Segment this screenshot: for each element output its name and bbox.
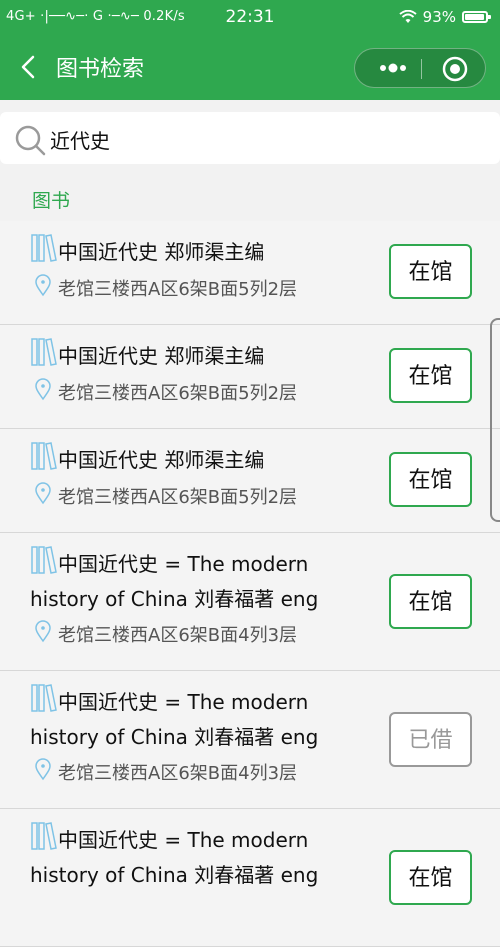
- section-label-books: 图书: [32, 190, 71, 212]
- battery-fill: [465, 14, 484, 20]
- battery-percent: 93%: [422, 8, 456, 26]
- page-title: 图书检索: [56, 57, 145, 82]
- battery-icon: [462, 11, 491, 23]
- book-title-line1: 中国近代史 郑师渠主编: [58, 448, 265, 472]
- more-dots-icon[interactable]: [373, 49, 413, 87]
- book-title: 中国近代史 郑师渠主编: [30, 235, 264, 270]
- search-icon: [15, 125, 46, 156]
- mini-program-capsule: [354, 48, 486, 88]
- book-title: 中国近代史 = The modern history of China 刘春福著 …: [30, 547, 318, 617]
- book-title-line1: 中国近代史 = The modern: [58, 828, 309, 852]
- book-list: 中国近代史 郑师渠主编 老馆三楼西A区6架B面5列2层 在馆 中国近代史 郑师渠主编老…: [0, 221, 500, 947]
- book-title-line2: history of China 刘春福著 eng: [30, 863, 319, 887]
- book-title-line1: 中国近代史 = The modern: [58, 552, 309, 576]
- status-right: 93%: [399, 8, 491, 26]
- location-pin-icon: [35, 482, 51, 505]
- shelf-location: 老馆三楼西A区6架B面5列2层: [58, 383, 298, 404]
- location-pin-icon: [35, 620, 51, 643]
- book-title-line2: history of China 刘春福著 eng: [30, 587, 319, 611]
- location-pin-icon: [35, 378, 51, 401]
- book-title-line1: 中国近代史 = The modern: [58, 690, 309, 714]
- location-pin-icon: [35, 274, 51, 297]
- search-bar[interactable]: 近代史: [0, 112, 500, 164]
- chevron-left-icon[interactable]: [14, 52, 44, 82]
- status-available-button[interactable]: 在馆: [389, 452, 472, 507]
- scrollbar-edge[interactable]: [490, 318, 500, 522]
- book-title-line2: history of China 刘春福著 eng: [30, 725, 319, 749]
- wifi-icon: [399, 10, 417, 23]
- list-item[interactable]: 中国近代史 = The modern history of China 刘春福著 …: [0, 809, 500, 947]
- list-item[interactable]: 中国近代史 = The modern history of China 刘春福著 …: [0, 533, 500, 671]
- target-circle-icon[interactable]: [441, 55, 469, 83]
- status-available-button[interactable]: 在馆: [389, 850, 472, 905]
- nav-bar: 图书检索: [0, 34, 500, 100]
- list-item[interactable]: 中国近代史 郑师渠主编老馆三楼西A区6架B面5列2层 在馆: [0, 221, 500, 325]
- app-header: 4G+ ·|──∿─· G ·─∿─ 0.2K/s 22:31 93% 图书检索: [0, 0, 500, 100]
- shelf-location: 老馆三楼西A区6架B面4列3层: [58, 625, 298, 646]
- book-title: 中国近代史 = The modern history of China 刘春福著 …: [30, 823, 318, 893]
- status-borrowed-button[interactable]: 已借: [389, 712, 472, 767]
- search-input[interactable]: 近代史: [50, 125, 110, 154]
- book-title: 中国近代史 郑师渠主编: [30, 443, 264, 478]
- shelf-location: 老馆三楼西A区6架B面5列2层: [58, 279, 298, 300]
- book-title: 中国近代史 = The modern history of China 刘春福著 …: [30, 685, 318, 755]
- location-pin-icon: [35, 758, 51, 781]
- status-available-button[interactable]: 在馆: [389, 574, 472, 629]
- capsule-divider: [421, 59, 422, 79]
- shelf-location: 老馆三楼西A区6架B面4列3层: [58, 763, 298, 784]
- status-bar: 4G+ ·|──∿─· G ·─∿─ 0.2K/s 22:31 93%: [0, 0, 500, 34]
- book-title-line1: 中国近代史 郑师渠主编: [58, 240, 265, 264]
- status-available-button[interactable]: 在馆: [389, 348, 472, 403]
- shelf-location: 老馆三楼西A区6架B面5列2层: [58, 487, 298, 508]
- list-item[interactable]: 中国近代史 郑师渠主编老馆三楼西A区6架B面5列2层 在馆: [0, 325, 500, 429]
- list-item[interactable]: 中国近代史 = The modern history of China 刘春福著 …: [0, 671, 500, 809]
- book-title-line1: 中国近代史 郑师渠主编: [58, 344, 265, 368]
- book-title: 中国近代史 郑师渠主编: [30, 339, 264, 374]
- list-item[interactable]: 中国近代史 郑师渠主编老馆三楼西A区6架B面5列2层 在馆: [0, 429, 500, 533]
- status-available-button[interactable]: 在馆: [389, 244, 472, 299]
